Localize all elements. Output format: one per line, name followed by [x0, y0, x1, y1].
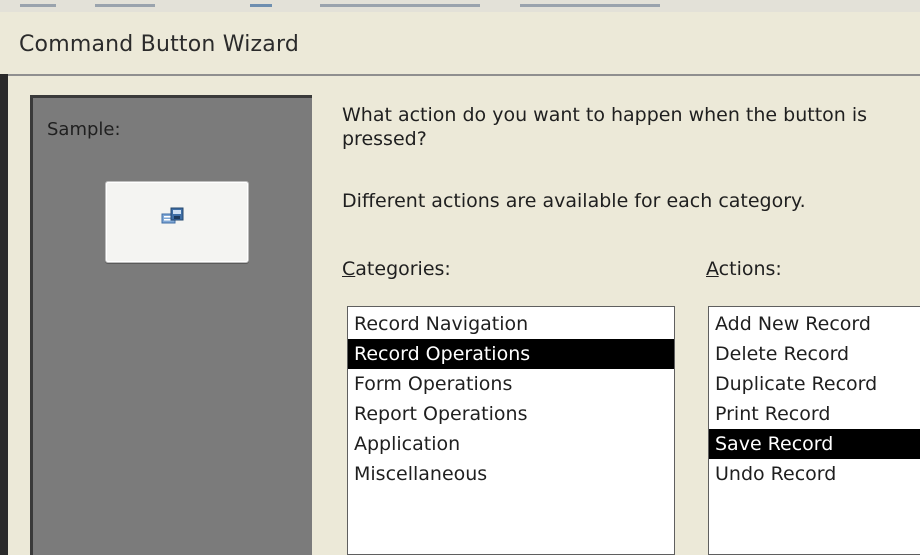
sample-panel: Sample: — [30, 95, 312, 555]
actions-label-accelerator: A — [706, 258, 719, 280]
category-item-selected[interactable]: Record Operations — [348, 339, 674, 369]
action-item[interactable]: Undo Record — [709, 459, 920, 489]
categories-label-accelerator: C — [342, 258, 356, 280]
action-item[interactable]: Duplicate Record — [709, 369, 920, 399]
action-question: What action do you want to happen when t… — [342, 104, 868, 150]
action-item[interactable]: Add New Record — [709, 309, 920, 339]
category-item[interactable]: Record Navigation — [348, 309, 674, 339]
actions-label: Actions: — [706, 258, 782, 280]
actions-listbox[interactable]: Add New Record Delete Record Duplicate R… — [708, 306, 920, 555]
categories-label-text: ategories: — [355, 258, 451, 280]
window-title: Command Button Wizard — [19, 32, 299, 57]
category-item[interactable]: Miscellaneous — [348, 459, 674, 489]
action-item[interactable]: Delete Record — [709, 339, 920, 369]
window-left-border — [0, 74, 8, 555]
sample-label: Sample: — [47, 119, 121, 140]
command-button-wizard-dialog: Command Button Wizard Sample: What actio… — [0, 0, 920, 555]
action-item[interactable]: Print Record — [709, 399, 920, 429]
category-item[interactable]: Form Operations — [348, 369, 674, 399]
category-item[interactable]: Application — [348, 429, 674, 459]
action-item-selected[interactable]: Save Record — [709, 429, 920, 459]
category-hint: Different actions are available for each… — [342, 190, 806, 212]
sample-button-preview — [105, 181, 249, 263]
categories-listbox[interactable]: Record Navigation Record Operations Form… — [347, 306, 675, 555]
categories-label: Categories: — [342, 258, 451, 280]
title-bar[interactable]: Command Button Wizard — [0, 12, 920, 76]
category-item[interactable]: Report Operations — [348, 399, 674, 429]
actions-label-text: ctions: — [718, 258, 782, 280]
form-icon — [161, 207, 185, 227]
